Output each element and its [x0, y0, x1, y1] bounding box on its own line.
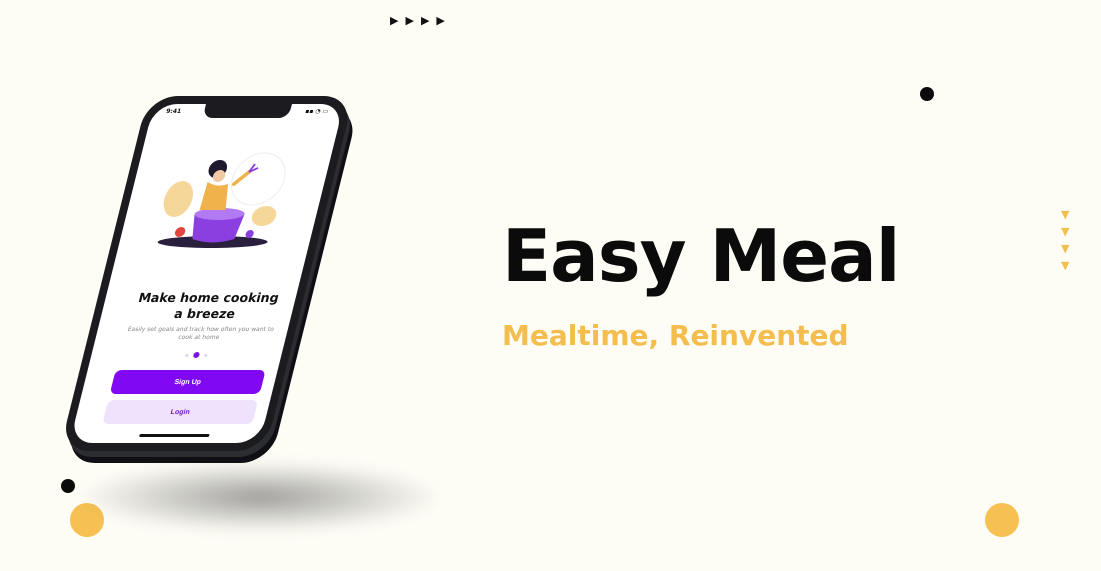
- black-dot-decoration: [920, 87, 934, 101]
- black-dot-decoration: [61, 479, 75, 493]
- home-indicator: [138, 434, 210, 437]
- sign-up-button[interactable]: Sign Up: [109, 370, 266, 394]
- login-button[interactable]: Login: [102, 400, 259, 424]
- status-time: 9:41: [165, 108, 182, 115]
- down-arrow-icon: ▼: [1061, 208, 1070, 221]
- signal-battery-icon: ▪▪ ◔ ▭: [304, 108, 330, 115]
- app-tagline: Mealtime, Reinvented: [502, 319, 849, 352]
- arrow-row-decoration: ▶ ▶ ▶ ▶: [390, 14, 445, 27]
- onboarding-title: Make home cooking a breeze: [136, 290, 281, 321]
- cooking-illustration: [157, 152, 286, 248]
- phone-mockup: 9:41 ▪▪ ◔ ▭ Make home cooking a breeze E…: [59, 90, 383, 468]
- phone-frame: 9:41 ▪▪ ◔ ▭ Make home cooking a breeze E…: [59, 96, 355, 451]
- play-arrow-icon: ▶: [405, 14, 414, 27]
- page-dot[interactable]: [204, 353, 208, 357]
- onboarding-subtitle: Easily set goals and track how often you…: [126, 326, 275, 341]
- phone-notch: [202, 104, 293, 118]
- down-arrow-icon: ▼: [1061, 259, 1070, 272]
- play-arrow-icon: ▶: [390, 14, 399, 27]
- page-dot[interactable]: [185, 353, 189, 357]
- down-arrow-column-decoration: ▼ ▼ ▼ ▼: [1061, 208, 1069, 272]
- play-arrow-icon: ▶: [436, 14, 445, 27]
- page-indicator[interactable]: [185, 352, 208, 358]
- down-arrow-icon: ▼: [1061, 225, 1070, 238]
- phone-screen: 9:41 ▪▪ ◔ ▭ Make home cooking a breeze E…: [69, 104, 345, 443]
- phone-shadow: [80, 462, 440, 532]
- page-dot-active[interactable]: [192, 352, 201, 358]
- yellow-circle-decoration: [985, 503, 1019, 537]
- app-title: Easy Meal: [502, 214, 900, 298]
- play-arrow-icon: ▶: [420, 14, 430, 27]
- down-arrow-icon: ▼: [1061, 242, 1070, 255]
